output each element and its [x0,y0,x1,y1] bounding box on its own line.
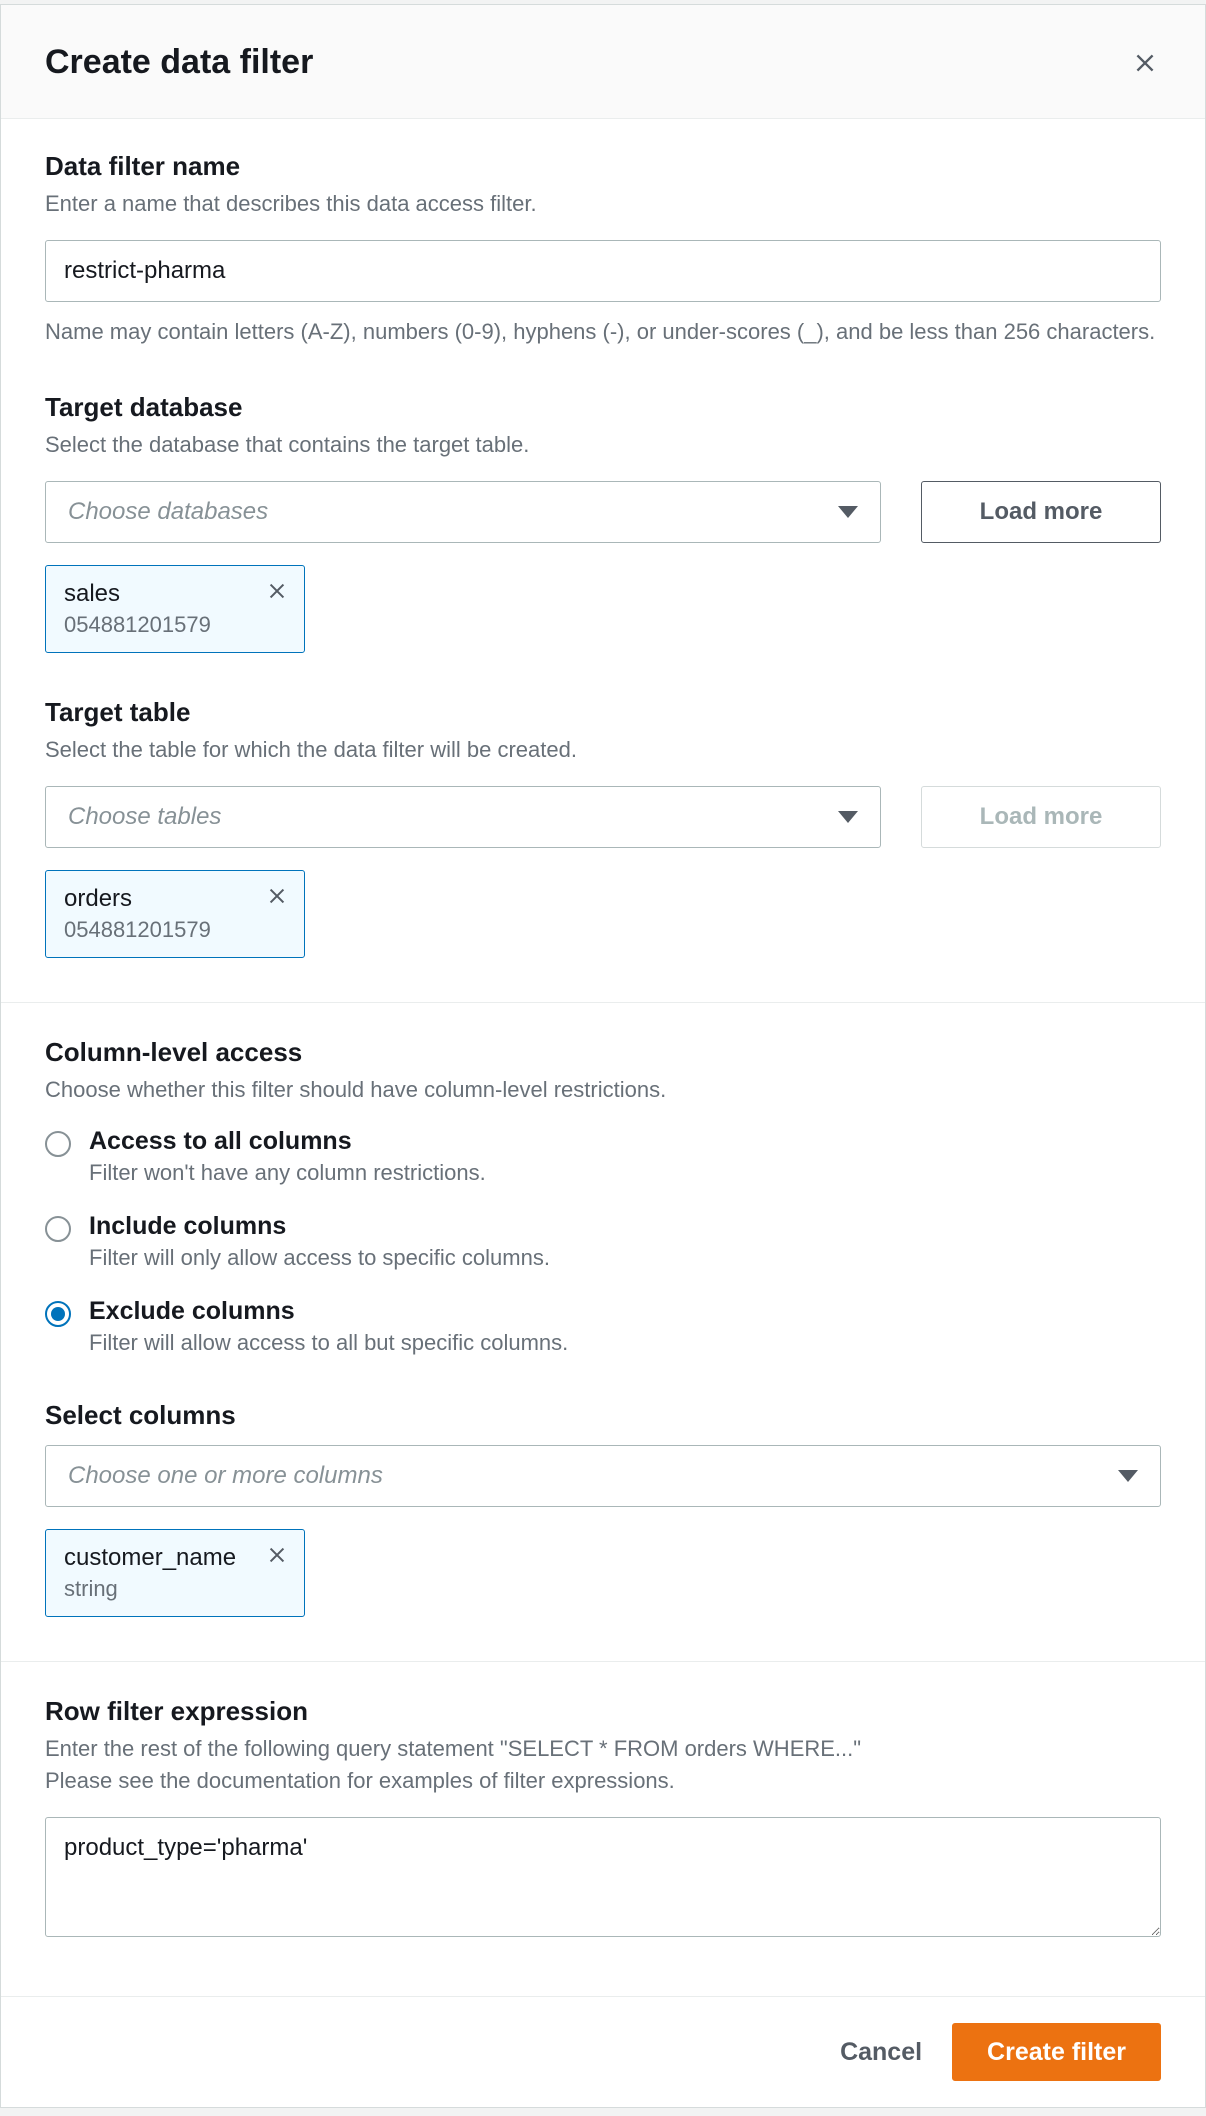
load-more-tables-button: Load more [921,786,1161,848]
row-filter-hint-1: Enter the rest of the following query st… [45,1733,1161,1765]
row-filter-label: Row filter expression [45,1696,1161,1727]
radio-include-columns[interactable]: Include columns Filter will only allow a… [45,1212,1161,1271]
column-access-hint: Choose whether this filter should have c… [45,1074,1161,1106]
section-target-table: Target table Select the table for which … [45,697,1161,958]
radio-exclude-columns[interactable]: Exclude columns Filter will allow access… [45,1297,1161,1356]
chevron-down-icon [838,506,858,518]
selected-table-name: orders [64,885,211,913]
column-access-label: Column-level access [45,1037,1161,1068]
selected-database-account: 054881201579 [64,612,211,638]
modal-footer: Cancel Create filter [1,1996,1205,2107]
remove-column-icon[interactable] [266,1544,288,1566]
row-filter-hint-2: Please see the documentation for example… [45,1765,1161,1797]
filter-name-label: Data filter name [45,151,1161,182]
divider [1,1002,1205,1003]
column-access-radio-group: Access to all columns Filter won't have … [45,1127,1161,1356]
target-database-label: Target database [45,392,1161,423]
close-icon[interactable] [1129,47,1161,79]
select-columns-select[interactable]: Choose one or more columns [45,1445,1161,1507]
selected-column-chip: customer_name string [45,1529,305,1617]
remove-table-icon[interactable] [266,885,288,907]
chevron-down-icon [838,811,858,823]
section-column-access: Column-level access Choose whether this … [45,1037,1161,1357]
radio-icon [45,1131,71,1157]
section-filter-name: Data filter name Enter a name that descr… [45,151,1161,348]
target-database-select[interactable]: Choose databases [45,481,881,543]
row-filter-textarea[interactable] [45,1817,1161,1937]
radio-icon-selected [45,1301,71,1327]
selected-table-chip: orders 054881201579 [45,870,305,958]
create-data-filter-modal: Create data filter Data filter name Ente… [0,4,1206,2108]
radio-desc: Filter will only allow access to specifi… [89,1245,550,1271]
modal-title: Create data filter [45,43,313,82]
select-columns-placeholder: Choose one or more columns [68,1462,383,1490]
filter-name-input[interactable] [45,240,1161,302]
radio-label: Access to all columns [89,1127,486,1156]
selected-column-name: customer_name [64,1544,236,1572]
radio-desc: Filter won't have any column restriction… [89,1160,486,1186]
selected-database-chip: sales 054881201579 [45,565,305,653]
section-row-filter: Row filter expression Enter the rest of … [45,1696,1161,1942]
modal-body: Data filter name Enter a name that descr… [1,119,1205,1996]
remove-database-icon[interactable] [266,580,288,602]
target-database-placeholder: Choose databases [68,498,268,526]
radio-access-all-columns[interactable]: Access to all columns Filter won't have … [45,1127,1161,1186]
target-table-select[interactable]: Choose tables [45,786,881,848]
section-target-database: Target database Select the database that… [45,392,1161,653]
selected-column-type: string [64,1576,236,1602]
chevron-down-icon [1118,1470,1138,1482]
target-database-hint: Select the database that contains the ta… [45,429,1161,461]
radio-label: Include columns [89,1212,550,1241]
create-filter-button[interactable]: Create filter [952,2023,1161,2081]
section-select-columns: Select columns Choose one or more column… [45,1400,1161,1617]
radio-icon [45,1216,71,1242]
radio-desc: Filter will allow access to all but spec… [89,1330,568,1356]
selected-table-account: 054881201579 [64,917,211,943]
load-more-databases-button[interactable]: Load more [921,481,1161,543]
filter-name-constraint: Name may contain letters (A-Z), numbers … [45,316,1161,348]
select-columns-label: Select columns [45,1400,1161,1431]
cancel-button[interactable]: Cancel [840,2038,922,2067]
radio-label: Exclude columns [89,1297,568,1326]
target-table-placeholder: Choose tables [68,803,221,831]
selected-database-name: sales [64,580,211,608]
divider [1,1661,1205,1662]
target-table-label: Target table [45,697,1161,728]
target-table-hint: Select the table for which the data filt… [45,734,1161,766]
modal-header: Create data filter [1,5,1205,119]
filter-name-hint: Enter a name that describes this data ac… [45,188,1161,220]
